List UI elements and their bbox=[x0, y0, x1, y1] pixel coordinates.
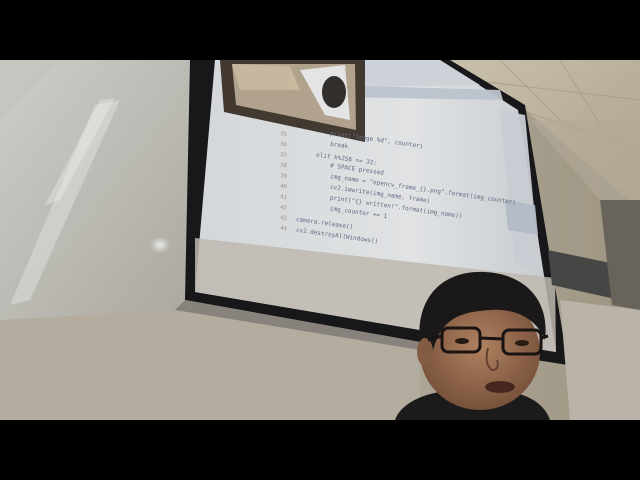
lecture-scene: 35 print("Image %d", counter) 36 break 37 eli… bbox=[0, 60, 640, 420]
scene-illustration: 35 print("Image %d", counter)36 break37 eli… bbox=[0, 60, 640, 420]
letterbox-bottom bbox=[0, 420, 640, 480]
letterbox-top bbox=[0, 0, 640, 60]
video-frame: 35 print("Image %d", counter) 36 break 37 eli… bbox=[0, 0, 640, 480]
